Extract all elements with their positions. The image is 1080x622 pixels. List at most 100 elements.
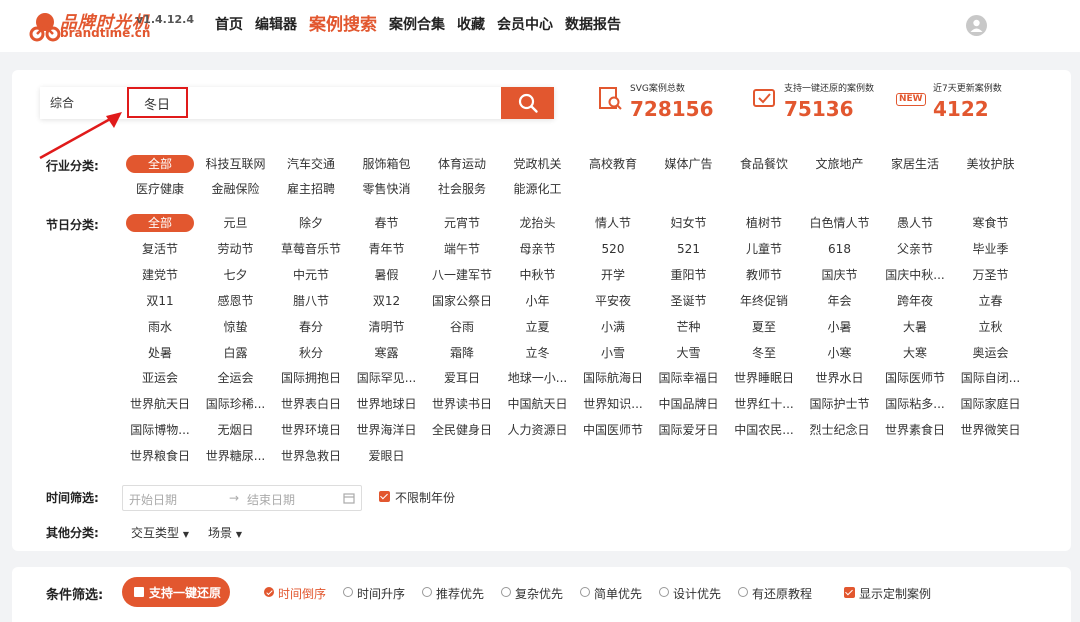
festival-tag[interactable]: 劳动节 (198, 240, 274, 258)
sort-radio[interactable] (580, 587, 590, 597)
industry-tag[interactable]: 全部 (126, 155, 194, 173)
festival-tag[interactable]: 处暑 (122, 344, 198, 362)
festival-tag[interactable]: 双12 (349, 292, 425, 310)
festival-tag[interactable]: 儿童节 (726, 240, 802, 258)
festival-tag[interactable]: 跨年夜 (877, 292, 953, 310)
festival-tag[interactable]: 草莓音乐节 (273, 240, 349, 258)
festival-tag[interactable]: 年会 (802, 292, 878, 310)
industry-tag[interactable]: 体育运动 (424, 155, 500, 173)
festival-tag[interactable]: 惊蛰 (198, 318, 274, 336)
nav-item-case-search[interactable]: 案例搜索 (309, 15, 377, 35)
industry-tag[interactable]: 雇主招聘 (273, 180, 349, 198)
festival-tag[interactable]: 国际罕见... (349, 369, 425, 387)
festival-tag[interactable]: 万圣节 (953, 266, 1029, 284)
festival-tag[interactable]: 七夕 (198, 266, 274, 284)
festival-tag[interactable]: 雨水 (122, 318, 198, 336)
festival-tag[interactable]: 元宵节 (424, 214, 500, 232)
festival-tag[interactable]: 八一建军节 (424, 266, 500, 284)
festival-tag[interactable]: 世界微笑日 (953, 421, 1029, 439)
festival-tag[interactable]: 世界读书日 (424, 395, 500, 413)
nav-item-favorites[interactable]: 收藏 (457, 15, 485, 35)
festival-tag[interactable]: 复活节 (122, 240, 198, 258)
festival-tag[interactable]: 国际航海日 (575, 369, 651, 387)
nav-item-member-center[interactable]: 会员中心 (497, 15, 553, 35)
festival-tag[interactable]: 开学 (575, 266, 651, 284)
industry-tag[interactable]: 零售快消 (349, 180, 425, 198)
industry-tag[interactable]: 高校教育 (575, 155, 651, 173)
festival-tag[interactable]: 夏至 (726, 318, 802, 336)
festival-tag[interactable]: 小寒 (802, 344, 878, 362)
nav-item-home[interactable]: 首页 (215, 15, 243, 35)
festival-tag[interactable]: 春分 (273, 318, 349, 336)
festival-tag[interactable]: 平安夜 (575, 292, 651, 310)
festival-tag[interactable]: 世界知识... (575, 395, 651, 413)
festival-tag[interactable]: 人力资源日 (500, 421, 576, 439)
festival-tag[interactable]: 父亲节 (877, 240, 953, 258)
sort-radio[interactable] (264, 587, 274, 597)
festival-tag[interactable]: 小年 (500, 292, 576, 310)
festival-tag[interactable]: 国际珍稀... (198, 395, 274, 413)
festival-tag[interactable]: 中秋节 (500, 266, 576, 284)
search-button[interactable] (501, 87, 554, 119)
interaction-type-dropdown[interactable]: 交互类型 ▼ (131, 524, 189, 541)
user-avatar-icon[interactable] (966, 15, 987, 36)
festival-tag[interactable]: 教师节 (726, 266, 802, 284)
festival-tag[interactable]: 寒露 (349, 344, 425, 362)
festival-tag[interactable]: 爱耳日 (424, 369, 500, 387)
festival-tag[interactable]: 全部 (126, 214, 194, 232)
festival-tag[interactable]: 端午节 (424, 240, 500, 258)
festival-tag[interactable]: 世界睡眠日 (726, 369, 802, 387)
festival-tag[interactable]: 全民健身日 (424, 421, 500, 439)
festival-tag[interactable]: 国际粘多... (877, 395, 953, 413)
festival-tag[interactable]: 世界地球日 (349, 395, 425, 413)
nav-item-data-report[interactable]: 数据报告 (565, 15, 621, 35)
industry-tag[interactable]: 服饰箱包 (349, 155, 425, 173)
festival-tag[interactable]: 无烟日 (198, 421, 274, 439)
festival-tag[interactable]: 除夕 (273, 214, 349, 232)
festival-tag[interactable]: 谷雨 (424, 318, 500, 336)
festival-tag[interactable]: 世界素食日 (877, 421, 953, 439)
festival-tag[interactable]: 腊八节 (273, 292, 349, 310)
industry-tag[interactable]: 文旅地产 (802, 155, 878, 173)
festival-tag[interactable]: 毕业季 (953, 240, 1029, 258)
sort-radio[interactable] (659, 587, 669, 597)
festival-tag[interactable]: 建党节 (122, 266, 198, 284)
festival-tag[interactable]: 世界急救日 (273, 447, 349, 465)
festival-tag[interactable]: 元旦 (198, 214, 274, 232)
end-date-field[interactable]: 结束日期 (247, 491, 295, 508)
industry-tag[interactable]: 媒体广告 (651, 155, 727, 173)
festival-tag[interactable]: 国际博物... (122, 421, 198, 439)
festival-tag[interactable]: 世界粮食日 (122, 447, 198, 465)
festival-tag[interactable]: 愚人节 (877, 214, 953, 232)
industry-tag[interactable]: 食品餐饮 (726, 155, 802, 173)
festival-tag[interactable]: 情人节 (575, 214, 651, 232)
festival-tag[interactable]: 圣诞节 (651, 292, 727, 310)
show-custom-checkbox[interactable] (844, 587, 855, 598)
festival-tag[interactable]: 暑假 (349, 266, 425, 284)
festival-tag[interactable]: 世界环境日 (273, 421, 349, 439)
one-click-restore-toggle[interactable]: 支持一键还原 (122, 577, 230, 607)
festival-tag[interactable]: 清明节 (349, 318, 425, 336)
festival-tag[interactable]: 520 (575, 240, 651, 258)
festival-tag[interactable]: 地球一小... (500, 369, 576, 387)
festival-tag[interactable]: 白露 (198, 344, 274, 362)
sort-radio[interactable] (422, 587, 432, 597)
festival-tag[interactable]: 立冬 (500, 344, 576, 362)
festival-tag[interactable]: 小满 (575, 318, 651, 336)
festival-tag[interactable]: 小雪 (575, 344, 651, 362)
sort-radio[interactable] (738, 587, 748, 597)
industry-tag[interactable]: 汽车交通 (273, 155, 349, 173)
festival-tag[interactable]: 感恩节 (198, 292, 274, 310)
festival-tag[interactable]: 龙抬头 (500, 214, 576, 232)
festival-tag[interactable]: 白色情人节 (802, 214, 878, 232)
festival-tag[interactable]: 国家公祭日 (424, 292, 500, 310)
festival-tag[interactable]: 世界糖尿... (198, 447, 274, 465)
festival-tag[interactable]: 国庆节 (802, 266, 878, 284)
festival-tag[interactable]: 国际医师节 (877, 369, 953, 387)
nav-item-editor[interactable]: 编辑器 (255, 15, 297, 35)
festival-tag[interactable]: 世界海洋日 (349, 421, 425, 439)
industry-tag[interactable]: 金融保险 (198, 180, 274, 198)
festival-tag[interactable]: 爱眼日 (349, 447, 425, 465)
industry-tag[interactable]: 能源化工 (500, 180, 576, 198)
festival-tag[interactable]: 植树节 (726, 214, 802, 232)
